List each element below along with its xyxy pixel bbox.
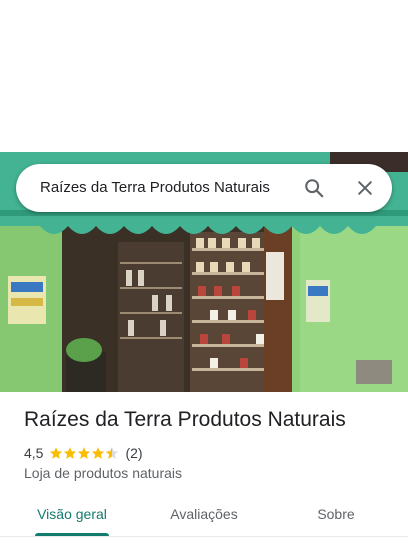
close-icon[interactable] — [349, 172, 381, 204]
review-count[interactable]: (2) — [125, 445, 142, 461]
tab-reviews[interactable]: Avaliações — [152, 496, 256, 536]
rating-row[interactable]: 4,5 (2) — [24, 444, 143, 462]
place-category: Loja de produtos naturais — [24, 465, 182, 481]
top-blank-area — [0, 0, 408, 152]
tab-about[interactable]: Sobre — [296, 496, 376, 536]
rating-stars — [49, 446, 119, 460]
place-title: Raízes da Terra Produtos Naturais — [24, 408, 346, 431]
star-half-icon — [106, 447, 119, 459]
tab-divider — [0, 536, 408, 537]
search-bar[interactable]: Raízes da Terra Produtos Naturais — [16, 164, 392, 212]
rating-value: 4,5 — [24, 445, 44, 461]
star-icon — [64, 447, 77, 459]
star-icon — [92, 447, 105, 459]
star-icon — [50, 447, 63, 459]
tab-overview[interactable]: Visão geral — [24, 496, 120, 536]
star-icon — [78, 447, 91, 459]
search-icon[interactable] — [298, 172, 330, 204]
search-query[interactable]: Raízes da Terra Produtos Naturais — [40, 164, 270, 212]
place-tabs: Visão geral Avaliações Sobre — [0, 496, 408, 536]
